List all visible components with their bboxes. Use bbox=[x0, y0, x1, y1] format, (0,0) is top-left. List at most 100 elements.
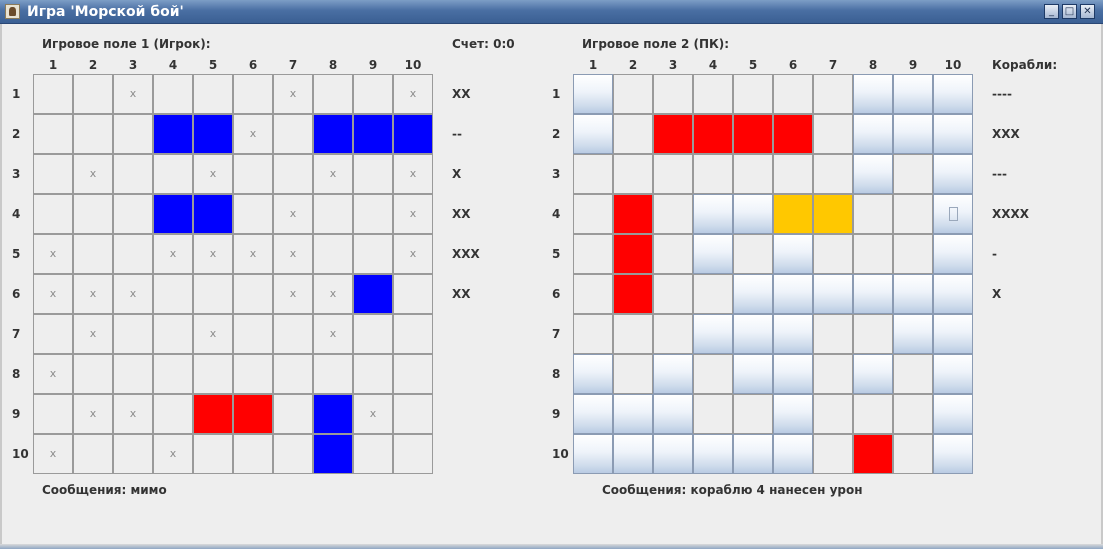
unknown-cell-button[interactable] bbox=[853, 74, 893, 114]
board-cell[interactable] bbox=[573, 234, 613, 274]
board-cell[interactable] bbox=[613, 154, 653, 194]
board-cell[interactable] bbox=[653, 234, 693, 274]
board-cell[interactable] bbox=[813, 74, 853, 114]
board-cell[interactable] bbox=[613, 114, 653, 154]
board-cell[interactable] bbox=[893, 194, 933, 234]
board-cell[interactable] bbox=[813, 354, 853, 394]
hit-cell[interactable] bbox=[613, 194, 653, 234]
unknown-cell-button[interactable] bbox=[693, 434, 733, 474]
board-cell[interactable] bbox=[893, 354, 933, 394]
unknown-cell-button[interactable] bbox=[893, 74, 933, 114]
unknown-cell-button[interactable] bbox=[933, 314, 973, 354]
board-cell[interactable] bbox=[893, 154, 933, 194]
hit-cell[interactable] bbox=[733, 114, 773, 154]
unknown-cell-button[interactable] bbox=[773, 234, 813, 274]
unknown-cell-button[interactable] bbox=[933, 154, 973, 194]
board-cell[interactable] bbox=[573, 154, 613, 194]
board-cell[interactable] bbox=[893, 394, 933, 434]
unknown-cell-button[interactable] bbox=[893, 274, 933, 314]
board-cell[interactable] bbox=[813, 394, 853, 434]
unknown-cell-button[interactable] bbox=[773, 354, 813, 394]
unknown-cell-button[interactable] bbox=[573, 114, 613, 154]
unknown-cell-button[interactable] bbox=[733, 434, 773, 474]
unknown-cell-button[interactable] bbox=[773, 394, 813, 434]
unknown-cell-button[interactable] bbox=[933, 354, 973, 394]
board-cell[interactable] bbox=[813, 434, 853, 474]
unknown-cell-button[interactable] bbox=[573, 394, 613, 434]
board-cell[interactable] bbox=[773, 154, 813, 194]
unknown-cell-button[interactable] bbox=[653, 394, 693, 434]
board-cell[interactable] bbox=[853, 394, 893, 434]
board-cell[interactable] bbox=[773, 74, 813, 114]
hit-cell[interactable] bbox=[853, 434, 893, 474]
unknown-cell-button[interactable] bbox=[893, 114, 933, 154]
unknown-cell-button[interactable] bbox=[573, 354, 613, 394]
board-cell[interactable] bbox=[813, 234, 853, 274]
unknown-cell-button[interactable] bbox=[893, 314, 933, 354]
unknown-cell-button[interactable] bbox=[773, 274, 813, 314]
unknown-cell-button[interactable] bbox=[813, 274, 853, 314]
board-cell[interactable] bbox=[813, 314, 853, 354]
minimize-button[interactable]: _ bbox=[1044, 4, 1059, 19]
unknown-cell-button[interactable] bbox=[933, 234, 973, 274]
board-cell[interactable] bbox=[813, 154, 853, 194]
board-cell[interactable] bbox=[893, 434, 933, 474]
hit-cell[interactable] bbox=[773, 114, 813, 154]
board-cell[interactable] bbox=[573, 274, 613, 314]
unknown-cell-button[interactable] bbox=[613, 434, 653, 474]
board-cell[interactable] bbox=[693, 74, 733, 114]
unknown-cell-button[interactable] bbox=[693, 234, 733, 274]
board-cell[interactable] bbox=[813, 114, 853, 154]
close-button[interactable]: ✕ bbox=[1080, 4, 1095, 19]
board-cell[interactable] bbox=[653, 314, 693, 354]
board-cell[interactable] bbox=[693, 394, 733, 434]
board-cell[interactable] bbox=[613, 354, 653, 394]
unknown-cell-button[interactable] bbox=[733, 354, 773, 394]
board-cell[interactable] bbox=[853, 234, 893, 274]
focused-cell-button[interactable] bbox=[933, 194, 973, 234]
unknown-cell-button[interactable] bbox=[733, 314, 773, 354]
unknown-cell-button[interactable] bbox=[573, 434, 613, 474]
board-cell[interactable] bbox=[653, 74, 693, 114]
unknown-cell-button[interactable] bbox=[853, 274, 893, 314]
maximize-button[interactable]: □ bbox=[1062, 4, 1077, 19]
damaged-cell[interactable] bbox=[773, 194, 813, 234]
unknown-cell-button[interactable] bbox=[773, 434, 813, 474]
board-cell[interactable] bbox=[573, 314, 613, 354]
unknown-cell-button[interactable] bbox=[933, 114, 973, 154]
board-cell[interactable] bbox=[573, 194, 613, 234]
board-cell[interactable] bbox=[733, 394, 773, 434]
hit-cell[interactable] bbox=[653, 114, 693, 154]
unknown-cell-button[interactable] bbox=[733, 274, 773, 314]
unknown-cell-button[interactable] bbox=[933, 434, 973, 474]
unknown-cell-button[interactable] bbox=[933, 74, 973, 114]
unknown-cell-button[interactable] bbox=[653, 434, 693, 474]
board-cell[interactable] bbox=[853, 194, 893, 234]
unknown-cell-button[interactable] bbox=[613, 394, 653, 434]
unknown-cell-button[interactable] bbox=[653, 354, 693, 394]
unknown-cell-button[interactable] bbox=[853, 154, 893, 194]
unknown-cell-button[interactable] bbox=[573, 74, 613, 114]
unknown-cell-button[interactable] bbox=[733, 194, 773, 234]
unknown-cell-button[interactable] bbox=[933, 274, 973, 314]
unknown-cell-button[interactable] bbox=[693, 314, 733, 354]
board-cell[interactable] bbox=[733, 74, 773, 114]
unknown-cell-button[interactable] bbox=[773, 314, 813, 354]
hit-cell[interactable] bbox=[693, 114, 733, 154]
board-cell[interactable] bbox=[653, 154, 693, 194]
hit-cell[interactable] bbox=[613, 234, 653, 274]
unknown-cell-button[interactable] bbox=[853, 354, 893, 394]
board-cell[interactable] bbox=[693, 274, 733, 314]
board-cell[interactable] bbox=[733, 234, 773, 274]
unknown-cell-button[interactable] bbox=[693, 194, 733, 234]
board-cell[interactable] bbox=[653, 194, 693, 234]
title-bar[interactable]: Игра 'Морской бой' _ □ ✕ bbox=[0, 0, 1103, 24]
board-cell[interactable] bbox=[613, 314, 653, 354]
hit-cell[interactable] bbox=[613, 274, 653, 314]
board-cell[interactable] bbox=[653, 274, 693, 314]
board-cell[interactable] bbox=[613, 74, 653, 114]
unknown-cell-button[interactable] bbox=[853, 114, 893, 154]
board-cell[interactable] bbox=[853, 314, 893, 354]
board-cell[interactable] bbox=[693, 354, 733, 394]
board-cell[interactable] bbox=[693, 154, 733, 194]
